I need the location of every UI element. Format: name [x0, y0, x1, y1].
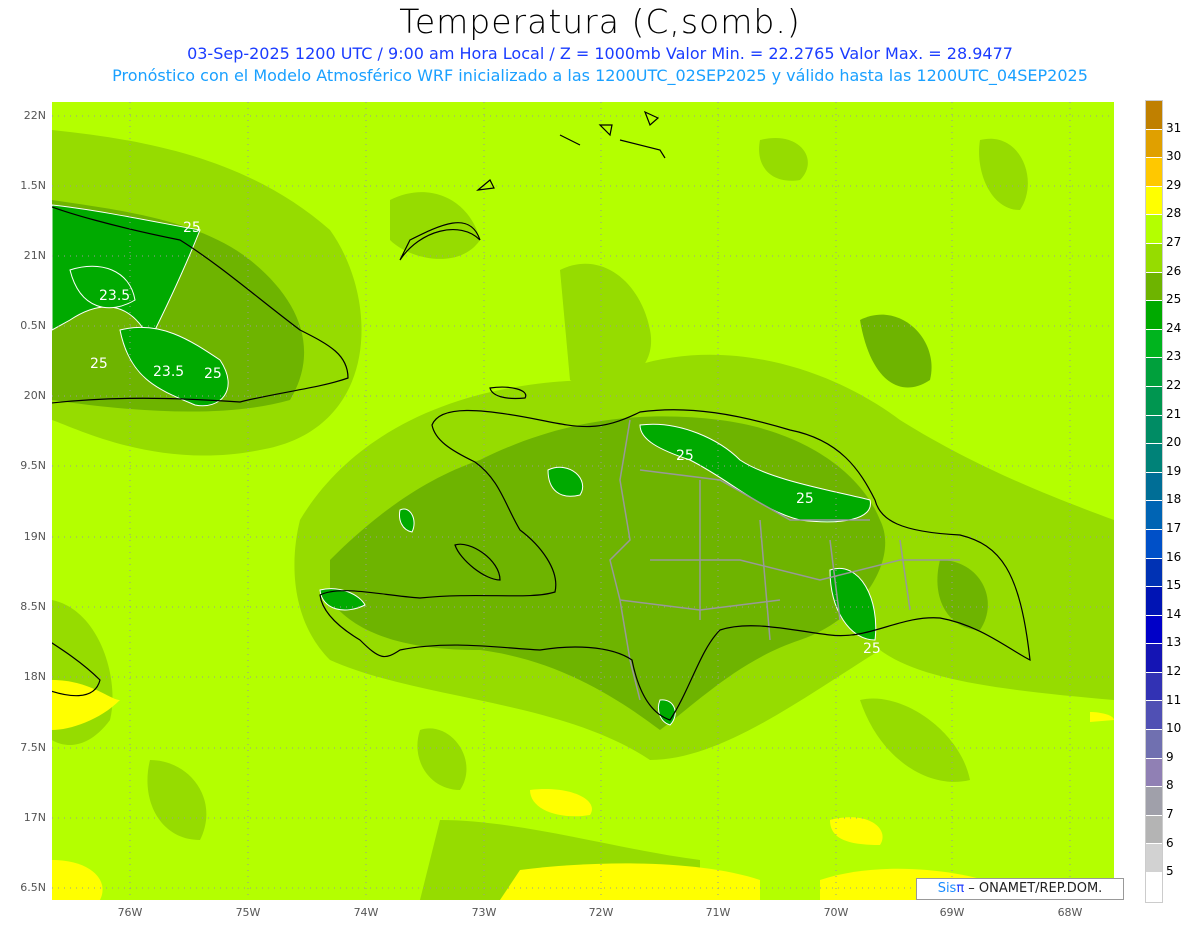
contour-label: 25 [676, 448, 694, 464]
colorbar-swatch [1146, 558, 1162, 588]
colorbar-swatch [1146, 129, 1162, 159]
colorbar-label: 24 [1166, 320, 1182, 335]
colorbar-label: 18 [1166, 492, 1182, 507]
lat-label: 6.5N [20, 881, 46, 894]
colorbar-label: 28 [1166, 206, 1182, 221]
colorbar-swatch [1146, 329, 1162, 359]
credit-sis: Sis [937, 881, 957, 896]
colorbar-label: 5 [1166, 864, 1174, 879]
colorbar-swatch [1146, 386, 1162, 416]
colorbar-swatch [1146, 358, 1162, 387]
credit-pi: π [956, 881, 965, 896]
colorbar-swatch [1146, 873, 1162, 902]
colorbar-label: 12 [1166, 664, 1182, 678]
colorbar-swatch [1146, 272, 1162, 302]
colorbar-swatch [1146, 787, 1162, 816]
lon-label: 72W [588, 906, 614, 919]
lat-label: 22N [23, 109, 46, 122]
lat-label: 19N [23, 530, 46, 543]
colorbar [1145, 100, 1163, 903]
colorbar-swatch [1146, 158, 1162, 187]
contour-label: 25 [90, 356, 108, 372]
colorbar-swatch [1146, 815, 1162, 845]
contour-label: 23.5 [99, 288, 130, 304]
colorbar-label: 27 [1166, 235, 1182, 249]
colorbar-swatch [1146, 472, 1162, 502]
lat-label: 7.5N [20, 741, 46, 754]
colorbar-label: 14 [1166, 606, 1182, 621]
colorbar-swatch [1146, 444, 1162, 473]
colorbar-label: 8 [1166, 778, 1174, 793]
colorbar-label: 16 [1166, 549, 1182, 564]
lon-label: 71W [705, 906, 731, 919]
colorbar-swatch [1146, 672, 1162, 702]
lat-label: 1.5N [20, 179, 46, 192]
colorbar-label: 6 [1166, 835, 1174, 850]
colorbar-swatch [1146, 415, 1162, 445]
colorbar-label: 19 [1166, 463, 1182, 478]
contour-label: 23.5 [153, 364, 184, 380]
colorbar-label: 20 [1166, 435, 1182, 450]
colorbar-label: 9 [1166, 749, 1174, 764]
lon-label: 73W [471, 906, 497, 919]
colorbar-swatch [1146, 758, 1162, 788]
colorbar-label: 17 [1166, 521, 1182, 535]
colorbar-swatch [1146, 529, 1162, 559]
colorbar-label: 25 [1166, 292, 1182, 307]
lon-label: 69W [939, 906, 965, 919]
colorbar-label: 29 [1166, 177, 1182, 192]
lat-label: 18N [23, 670, 46, 683]
colorbar-label: 22 [1166, 378, 1182, 392]
colorbar-swatch [1146, 501, 1162, 530]
credit-text: – ONAMET/REP.DOM. [964, 881, 1103, 896]
lat-label: 9.5N [20, 459, 46, 472]
colorbar-swatch [1146, 730, 1162, 759]
lat-label: 17N [23, 811, 46, 824]
colorbar-label: 21 [1166, 406, 1182, 421]
colorbar-swatch [1146, 615, 1162, 645]
colorbar-label: 13 [1166, 635, 1182, 650]
colorbar-label: 10 [1166, 721, 1182, 736]
colorbar-swatch [1146, 844, 1162, 874]
colorbar-label: 30 [1166, 149, 1182, 164]
lat-label: 8.5N [20, 600, 46, 613]
lon-label: 74W [353, 906, 379, 919]
lon-label: 76W [117, 906, 143, 919]
lat-label: 0.5N [20, 319, 46, 332]
lon-label: 75W [235, 906, 261, 919]
colorbar-swatch [1146, 186, 1162, 216]
contour-label: 25 [796, 491, 814, 507]
lat-label: 20N [23, 389, 46, 402]
temperature-map: 25 23.5 25 23.5 25 25 25 25 [52, 102, 1114, 900]
colorbar-label: 31 [1166, 120, 1182, 135]
colorbar-label: 11 [1166, 692, 1182, 707]
lon-label: 68W [1057, 906, 1083, 919]
colorbar-swatch [1146, 644, 1162, 673]
credit-logo: Sisπ – ONAMET/REP.DOM. [916, 878, 1124, 900]
colorbar-label: 26 [1166, 263, 1182, 278]
colorbar-swatch [1146, 301, 1162, 330]
contour-label: 25 [204, 366, 222, 382]
lat-label: 21N [23, 249, 46, 262]
contour-label: 25 [863, 641, 881, 657]
colorbar-swatch [1146, 215, 1162, 244]
colorbar-swatch [1146, 101, 1162, 130]
lon-label: 70W [823, 906, 849, 919]
colorbar-label: 15 [1166, 578, 1182, 593]
colorbar-swatch [1146, 701, 1162, 731]
contour-label: 25 [183, 220, 201, 236]
colorbar-swatch [1146, 587, 1162, 616]
colorbar-label: 23 [1166, 349, 1182, 364]
colorbar-label: 7 [1166, 807, 1174, 821]
colorbar-swatch [1146, 243, 1162, 273]
